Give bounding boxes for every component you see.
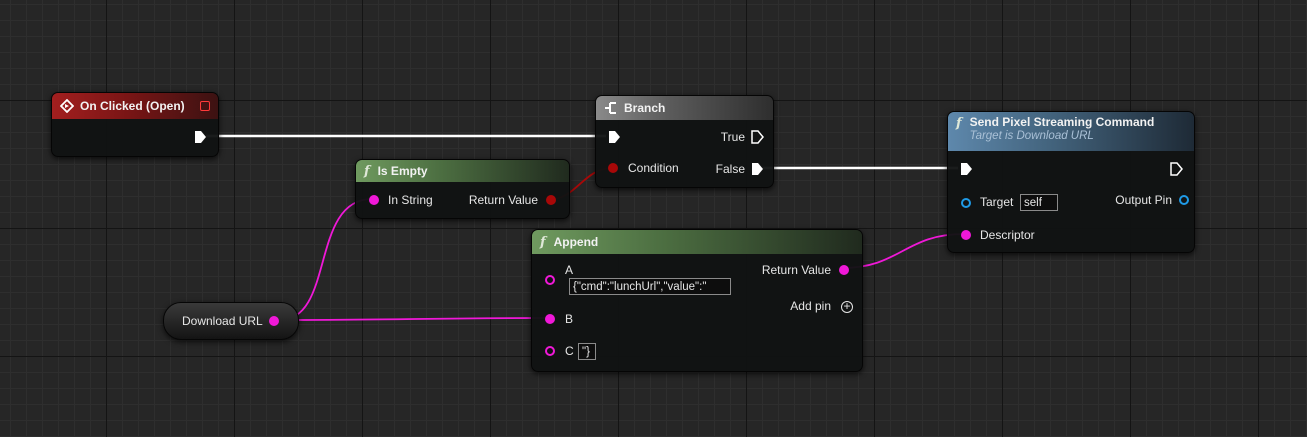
node-append[interactable]: f Append A {"cmd":"lunchUrl","value":" R… bbox=[531, 229, 863, 372]
append-b-label: B bbox=[565, 312, 574, 326]
branch-false-label: False bbox=[715, 162, 745, 176]
send-target-input[interactable]: self bbox=[1020, 194, 1058, 211]
node-send-command[interactable]: f Send Pixel Streaming Command Target is… bbox=[947, 111, 1195, 253]
node-is-empty[interactable]: f Is Empty In String Return Value bbox=[355, 159, 570, 219]
node-download-url[interactable]: Download URL bbox=[163, 302, 299, 340]
append-a-input[interactable]: {"cmd":"lunchUrl","value":" bbox=[569, 278, 731, 295]
append-b-pin[interactable] bbox=[545, 314, 555, 324]
append-return-label: Return Value bbox=[761, 263, 831, 277]
append-a-pin[interactable] bbox=[545, 275, 555, 285]
node-branch-title: Branch bbox=[624, 101, 666, 115]
append-c-input[interactable]: "} bbox=[578, 343, 596, 360]
node-send-command-header[interactable]: f Send Pixel Streaming Command Target is… bbox=[948, 112, 1194, 151]
append-add-pin-label[interactable]: Add pin bbox=[790, 299, 831, 313]
branch-exec-in-pin[interactable] bbox=[607, 130, 621, 144]
send-target-label: Target bbox=[980, 195, 1014, 209]
node-append-header[interactable]: f Append bbox=[532, 230, 862, 254]
add-pin-plus-icon[interactable]: + bbox=[841, 300, 853, 313]
is-empty-in-string-pin[interactable] bbox=[369, 195, 379, 205]
string-wire-url-append-b bbox=[279, 317, 549, 321]
branch-icon bbox=[604, 101, 618, 115]
is-empty-return-label: Return Value bbox=[468, 193, 538, 207]
is-empty-in-string-label: In String bbox=[388, 193, 433, 207]
node-send-command-subtitle: Target is Download URL bbox=[969, 130, 1094, 142]
node-is-empty-header[interactable]: f Is Empty bbox=[356, 160, 569, 182]
node-on-clicked-header[interactable]: On Clicked (Open) bbox=[52, 93, 218, 119]
is-empty-return-pin[interactable] bbox=[546, 195, 556, 205]
function-icon: f bbox=[364, 163, 370, 179]
append-c-label: C bbox=[565, 344, 574, 358]
append-return-pin[interactable] bbox=[839, 265, 849, 275]
node-branch[interactable]: Branch True Condition False bbox=[595, 95, 774, 188]
branch-true-label: True bbox=[720, 130, 745, 144]
function-icon: f bbox=[540, 234, 546, 250]
branch-false-out-pin[interactable] bbox=[750, 162, 764, 176]
exec-out-pin[interactable] bbox=[193, 130, 207, 144]
send-output-label: Output Pin bbox=[1115, 193, 1172, 207]
send-exec-in-pin[interactable] bbox=[959, 162, 973, 176]
branch-condition-label: Condition bbox=[628, 161, 679, 175]
function-icon: f bbox=[956, 116, 962, 131]
node-branch-header[interactable]: Branch bbox=[596, 96, 773, 120]
node-append-title: Append bbox=[553, 235, 599, 249]
node-on-clicked-title: On Clicked (Open) bbox=[80, 99, 185, 113]
node-send-command-title: Send Pixel Streaming Command bbox=[969, 115, 1155, 129]
download-url-label: Download URL bbox=[182, 314, 263, 328]
event-diamond-icon bbox=[60, 99, 74, 113]
node-is-empty-title: Is Empty bbox=[377, 164, 428, 178]
branch-condition-pin[interactable] bbox=[608, 163, 618, 173]
delegate-stop-icon bbox=[200, 101, 210, 111]
branch-true-out-pin[interactable] bbox=[750, 130, 764, 144]
node-on-clicked[interactable]: On Clicked (Open) bbox=[51, 92, 219, 157]
send-target-pin[interactable] bbox=[961, 198, 971, 208]
send-exec-out-pin[interactable] bbox=[1169, 162, 1183, 176]
append-a-label: A bbox=[565, 263, 574, 277]
send-descriptor-label: Descriptor bbox=[980, 228, 1035, 242]
append-c-pin[interactable] bbox=[545, 346, 555, 356]
send-descriptor-pin[interactable] bbox=[961, 230, 971, 240]
send-output-pin[interactable] bbox=[1179, 195, 1189, 205]
download-url-out-pin[interactable] bbox=[269, 316, 279, 326]
